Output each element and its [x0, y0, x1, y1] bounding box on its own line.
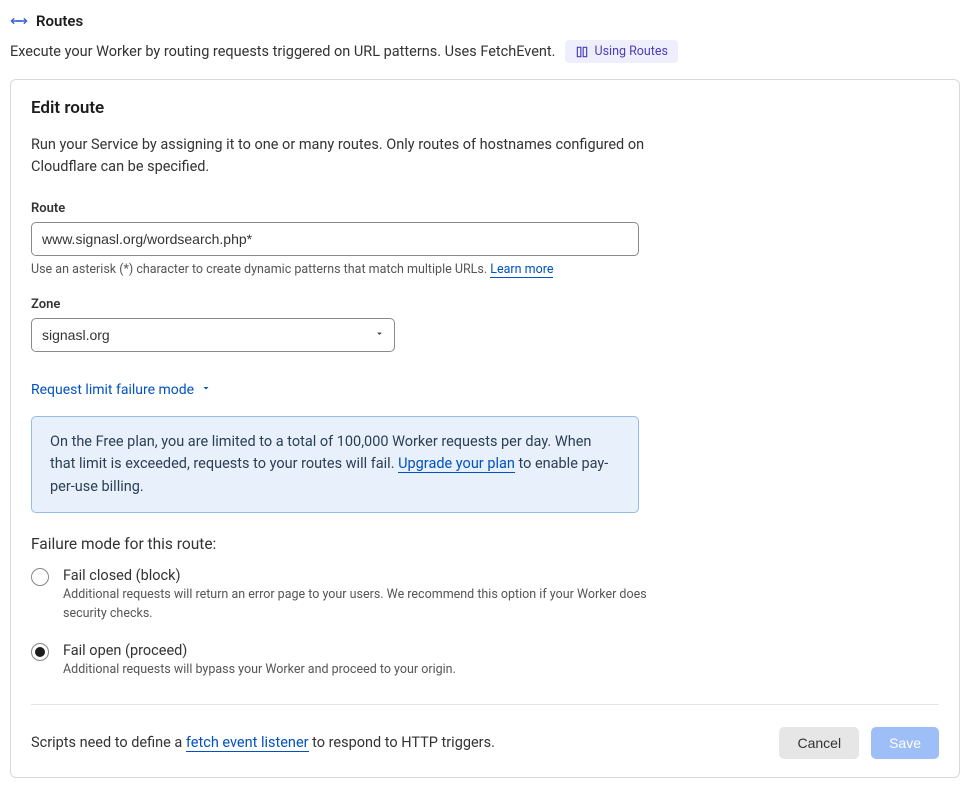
- page-subtitle: Execute your Worker by routing requests …: [10, 43, 555, 60]
- zone-select[interactable]: signasl.org: [31, 318, 395, 352]
- radio-title: Fail open (proceed): [63, 642, 939, 659]
- action-buttons: Cancel Save: [779, 727, 939, 759]
- divider: [31, 704, 939, 705]
- edit-route-desc: Run your Service by assigning it to one …: [31, 134, 651, 179]
- footer-note: Scripts need to define a fetch event lis…: [31, 734, 495, 751]
- failure-mode-radio-group: Fail closed (block) Additional requests …: [31, 567, 939, 679]
- save-button[interactable]: Save: [871, 727, 939, 759]
- zone-field-group: Zone signasl.org: [31, 297, 939, 352]
- docs-link-label: Using Routes: [594, 44, 668, 59]
- edit-route-card: Edit route Run your Service by assigning…: [10, 79, 960, 778]
- failure-option-open[interactable]: Fail open (proceed) Additional requests …: [31, 642, 939, 680]
- plan-limit-banner: On the Free plan, you are limited to a t…: [31, 416, 639, 513]
- radio-desc: Additional requests will bypass your Wor…: [63, 661, 653, 680]
- route-input[interactable]: [31, 222, 639, 256]
- learn-more-link[interactable]: Learn more: [490, 262, 553, 278]
- radio-fail-open[interactable]: [31, 643, 49, 661]
- zone-label: Zone: [31, 297, 939, 312]
- cancel-button[interactable]: Cancel: [779, 727, 859, 759]
- radio-desc: Additional requests will return an error…: [63, 586, 653, 624]
- routes-icon: [10, 12, 28, 30]
- page-title: Routes: [36, 12, 83, 30]
- subtitle-row: Execute your Worker by routing requests …: [10, 40, 960, 63]
- failure-option-closed[interactable]: Fail closed (block) Additional requests …: [31, 567, 939, 624]
- route-field-group: Route Use an asterisk (*) character to c…: [31, 201, 939, 277]
- failure-mode-heading: Failure mode for this route:: [31, 535, 939, 553]
- upgrade-plan-link[interactable]: Upgrade your plan: [398, 455, 515, 473]
- page-header: Routes: [10, 12, 960, 30]
- request-limit-label: Request limit failure mode: [31, 382, 194, 398]
- edit-route-title: Edit route: [31, 98, 939, 118]
- route-label: Route: [31, 201, 939, 216]
- radio-fail-closed[interactable]: [31, 568, 49, 586]
- request-limit-toggle[interactable]: Request limit failure mode: [31, 382, 212, 398]
- caret-down-icon: [200, 382, 212, 398]
- radio-title: Fail closed (block): [63, 567, 939, 584]
- fetch-listener-link[interactable]: fetch event listener: [186, 734, 309, 752]
- route-help-text: Use an asterisk (*) character to create …: [31, 262, 939, 277]
- card-footer: Scripts need to define a fetch event lis…: [31, 727, 939, 759]
- book-icon: [575, 45, 589, 59]
- docs-link-badge[interactable]: Using Routes: [565, 40, 678, 63]
